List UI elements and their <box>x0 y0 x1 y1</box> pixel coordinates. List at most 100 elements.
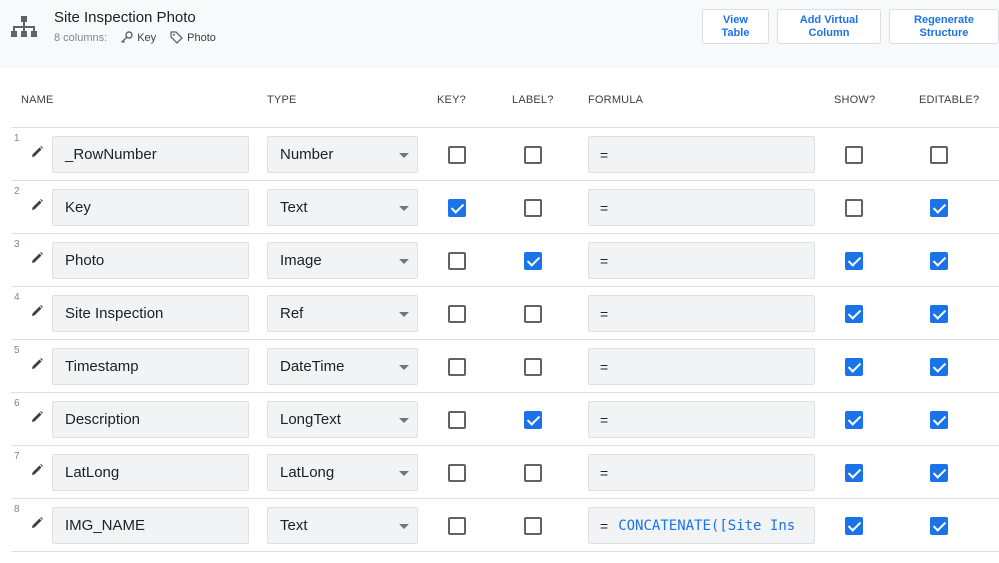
caret-down-icon <box>399 206 409 211</box>
column-name-input[interactable]: Site Inspection <box>52 295 249 332</box>
editable-checkbox[interactable] <box>930 199 948 217</box>
view-table-button[interactable]: View Table <box>702 9 769 44</box>
key-checkbox[interactable] <box>448 411 466 429</box>
table-row: 3 Photo Image = <box>11 234 999 287</box>
row-number: 3 <box>14 239 20 250</box>
add-virtual-column-button[interactable]: Add Virtual Column <box>777 9 881 44</box>
formula-expression: CONCATENATE([Site Ins <box>618 517 796 534</box>
col-header-type: TYPE <box>267 94 297 106</box>
col-header-formula: FORMULA <box>588 94 644 106</box>
column-type-select[interactable]: Ref <box>267 295 418 332</box>
formula-input[interactable]: = <box>588 136 815 173</box>
col-header-key: KEY? <box>437 94 466 106</box>
col-header-editable: EDITABLE? <box>919 94 980 106</box>
label-checkbox[interactable] <box>524 305 542 323</box>
table-row: 7 LatLong LatLong = <box>11 446 999 499</box>
formula-equals: = <box>600 517 609 534</box>
row-number: 6 <box>14 398 20 409</box>
column-name-input[interactable]: Photo <box>52 242 249 279</box>
pencil-icon[interactable] <box>30 198 44 212</box>
show-checkbox[interactable] <box>845 305 863 323</box>
pencil-icon[interactable] <box>30 463 44 477</box>
column-name-input[interactable]: Timestamp <box>52 348 249 385</box>
key-checkbox[interactable] <box>448 252 466 270</box>
editable-checkbox[interactable] <box>930 358 948 376</box>
column-type-select[interactable]: Text <box>267 507 418 544</box>
caret-down-icon <box>399 471 409 476</box>
column-type-value: LongText <box>280 411 341 428</box>
column-name-input[interactable]: Key <box>52 189 249 226</box>
label-checkbox[interactable] <box>524 252 542 270</box>
pencil-icon[interactable] <box>30 145 44 159</box>
table-meta: 8 columns: Key Photo <box>54 31 230 44</box>
column-name-input[interactable]: Description <box>52 401 249 438</box>
editable-checkbox[interactable] <box>930 517 948 535</box>
formula-equals: = <box>600 358 609 375</box>
formula-input[interactable]: = <box>588 242 815 279</box>
editable-checkbox[interactable] <box>930 305 948 323</box>
table-row: 6 Description LongText = <box>11 393 999 446</box>
editable-checkbox[interactable] <box>930 146 948 164</box>
formula-input[interactable]: = <box>588 401 815 438</box>
caret-down-icon <box>399 259 409 264</box>
formula-equals: = <box>600 252 609 269</box>
formula-input[interactable]: = <box>588 295 815 332</box>
formula-input[interactable]: = <box>588 189 815 226</box>
row-number: 7 <box>14 451 20 462</box>
caret-down-icon <box>399 153 409 158</box>
column-type-select[interactable]: DateTime <box>267 348 418 385</box>
formula-equals: = <box>600 146 609 163</box>
column-type-value: Text <box>280 199 308 216</box>
pencil-icon[interactable] <box>30 251 44 265</box>
column-type-select[interactable]: LatLong <box>267 454 418 491</box>
label-checkbox[interactable] <box>524 411 542 429</box>
editable-checkbox[interactable] <box>930 464 948 482</box>
col-header-name: NAME <box>21 94 54 106</box>
column-type-value: Image <box>280 252 322 269</box>
label-checkbox[interactable] <box>524 199 542 217</box>
column-name-input[interactable]: LatLong <box>52 454 249 491</box>
pencil-icon[interactable] <box>30 516 44 530</box>
editable-checkbox[interactable] <box>930 411 948 429</box>
caret-down-icon <box>399 524 409 529</box>
key-icon <box>121 31 133 43</box>
show-checkbox[interactable] <box>845 464 863 482</box>
key-checkbox[interactable] <box>448 146 466 164</box>
sitemap-icon <box>11 16 37 37</box>
label-checkbox[interactable] <box>524 464 542 482</box>
pencil-icon[interactable] <box>30 410 44 424</box>
pencil-icon[interactable] <box>30 357 44 371</box>
row-number: 5 <box>14 345 20 356</box>
formula-input[interactable]: = <box>588 454 815 491</box>
key-checkbox[interactable] <box>448 464 466 482</box>
key-checkbox[interactable] <box>448 305 466 323</box>
formula-input[interactable]: = <box>588 348 815 385</box>
show-checkbox[interactable] <box>845 252 863 270</box>
column-name-input[interactable]: IMG_NAME <box>52 507 249 544</box>
column-name-input[interactable]: _RowNumber <box>52 136 249 173</box>
key-checkbox[interactable] <box>448 358 466 376</box>
formula-equals: = <box>600 411 609 428</box>
regenerate-structure-button[interactable]: Regenerate Structure <box>889 9 999 44</box>
formula-equals: = <box>600 464 609 481</box>
table-header-bar: Site Inspection Photo 8 columns: Key Pho… <box>0 0 999 68</box>
show-checkbox[interactable] <box>845 411 863 429</box>
key-checkbox[interactable] <box>448 517 466 535</box>
column-type-select[interactable]: LongText <box>267 401 418 438</box>
show-checkbox[interactable] <box>845 146 863 164</box>
column-type-select[interactable]: Text <box>267 189 418 226</box>
table-title: Site Inspection Photo <box>54 9 196 26</box>
show-checkbox[interactable] <box>845 199 863 217</box>
column-type-select[interactable]: Image <box>267 242 418 279</box>
col-header-label: LABEL? <box>512 94 554 106</box>
label-checkbox[interactable] <box>524 358 542 376</box>
key-checkbox[interactable] <box>448 199 466 217</box>
label-checkbox[interactable] <box>524 517 542 535</box>
pencil-icon[interactable] <box>30 304 44 318</box>
label-checkbox[interactable] <box>524 146 542 164</box>
formula-input[interactable]: = CONCATENATE([Site Ins <box>588 507 815 544</box>
show-checkbox[interactable] <box>845 517 863 535</box>
column-type-select[interactable]: Number <box>267 136 418 173</box>
show-checkbox[interactable] <box>845 358 863 376</box>
editable-checkbox[interactable] <box>930 252 948 270</box>
